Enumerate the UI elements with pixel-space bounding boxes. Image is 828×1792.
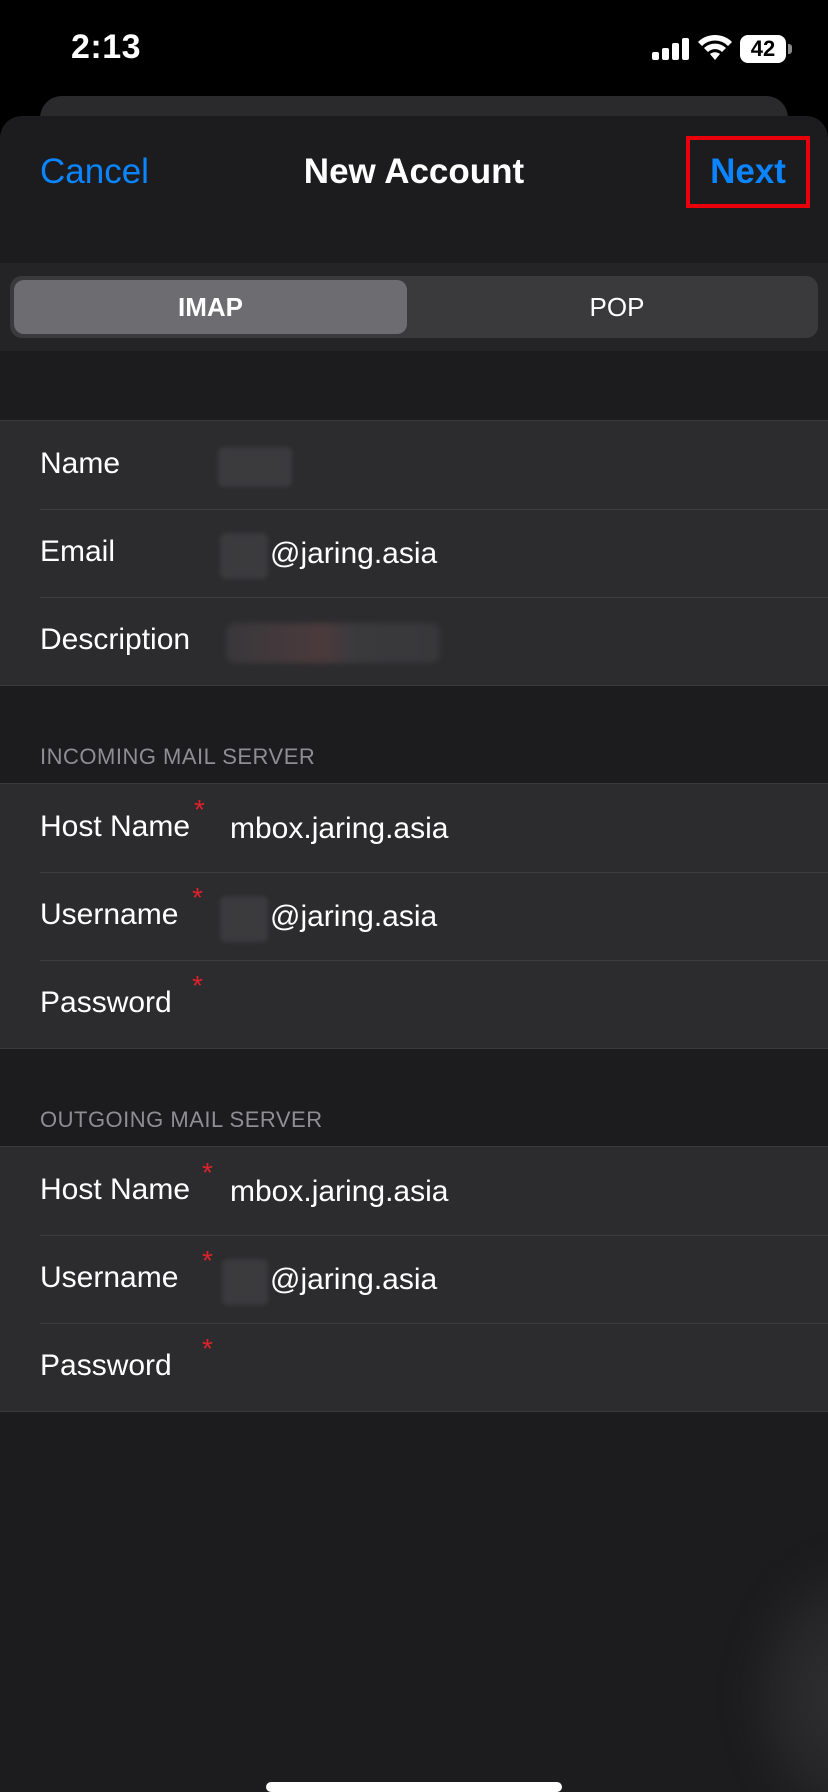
battery-icon: 42	[740, 35, 792, 63]
description-label: Description	[40, 623, 191, 656]
next-highlight-box: Next	[686, 136, 810, 208]
password-label: Password	[40, 1349, 172, 1382]
name-row[interactable]: Name	[0, 421, 828, 509]
status-bar: 2:13 42	[0, 0, 828, 100]
required-marker: *	[194, 794, 205, 825]
name-field-redacted[interactable]	[218, 447, 292, 487]
username-redacted-part	[222, 1259, 268, 1305]
home-indicator[interactable]	[266, 1782, 562, 1792]
incoming-host-row[interactable]: Host Name * mbox.jaring.asia	[0, 784, 828, 872]
email-field[interactable]: @jaring.asia	[270, 537, 437, 571]
incoming-host-field[interactable]: mbox.jaring.asia	[230, 812, 448, 846]
outgoing-password-row[interactable]: Password *	[0, 1323, 828, 1411]
outgoing-server-group: Host Name * mbox.jaring.asia Username * …	[0, 1146, 828, 1412]
account-info-group: Name Email @jaring.asia Description	[0, 420, 828, 686]
protocol-segmented-control: IMAP POP	[10, 276, 818, 338]
required-marker: *	[192, 970, 203, 1001]
incoming-password-row[interactable]: Password *	[0, 960, 828, 1048]
required-marker: *	[192, 882, 203, 913]
host-name-label: Host Name	[40, 1173, 191, 1206]
incoming-server-group: Host Name * mbox.jaring.asia Username * …	[0, 783, 828, 1049]
new-account-sheet: Cancel New Account Next IMAP POP Name Em…	[0, 116, 828, 1792]
username-label: Username	[40, 898, 179, 931]
segment-imap[interactable]: IMAP	[14, 280, 407, 334]
outgoing-host-field[interactable]: mbox.jaring.asia	[230, 1175, 448, 1209]
email-row[interactable]: Email @jaring.asia	[0, 509, 828, 597]
outgoing-section-header: OUTGOING MAIL SERVER	[40, 1107, 323, 1132]
incoming-username-row[interactable]: Username * @jaring.asia	[0, 872, 828, 960]
incoming-section-header: INCOMING MAIL SERVER	[40, 744, 316, 769]
email-label: Email	[40, 535, 116, 568]
host-name-label: Host Name	[40, 810, 191, 843]
email-redacted-part	[220, 533, 268, 579]
next-button[interactable]: Next	[690, 152, 806, 192]
description-row[interactable]: Description	[0, 597, 828, 685]
background-blur-decoration	[760, 1566, 828, 1792]
incoming-username-field[interactable]: @jaring.asia	[270, 900, 437, 934]
required-marker: *	[202, 1245, 213, 1276]
status-time: 2:13	[71, 28, 142, 66]
outgoing-host-row[interactable]: Host Name * mbox.jaring.asia	[0, 1147, 828, 1235]
navigation-bar: Cancel New Account Next	[0, 116, 828, 264]
description-field-redacted[interactable]	[226, 623, 440, 663]
wifi-icon	[698, 34, 732, 60]
required-marker: *	[202, 1333, 213, 1364]
username-redacted-part	[220, 896, 268, 942]
username-label: Username	[40, 1261, 179, 1294]
battery-level: 42	[740, 35, 786, 63]
name-label: Name	[40, 447, 121, 480]
required-marker: *	[202, 1157, 213, 1188]
cellular-signal-icon	[652, 38, 689, 60]
segment-pop[interactable]: POP	[420, 280, 814, 334]
outgoing-username-row[interactable]: Username * @jaring.asia	[0, 1235, 828, 1323]
password-label: Password	[40, 986, 172, 1019]
outgoing-username-field[interactable]: @jaring.asia	[270, 1263, 437, 1297]
